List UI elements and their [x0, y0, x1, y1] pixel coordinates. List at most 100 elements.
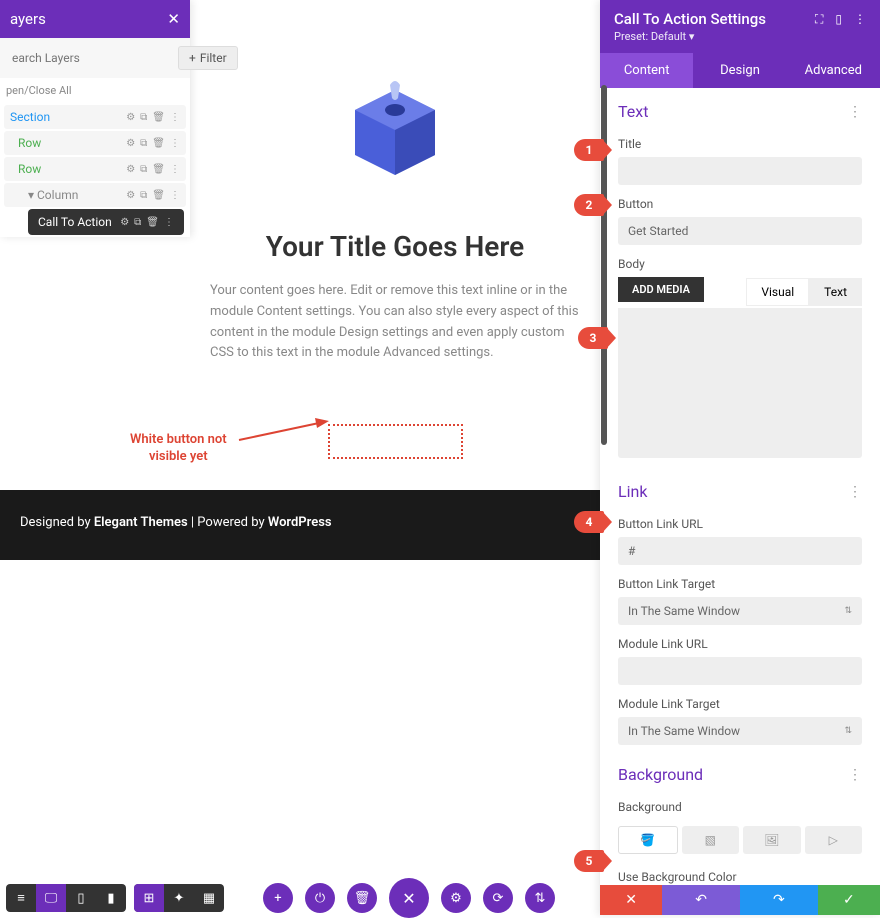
drag-icon[interactable]: ▯	[835, 12, 842, 27]
button-input[interactable]	[618, 217, 862, 245]
settings-header: Call To Action Settings ⛶ ▯ ⋮ Preset: De…	[600, 0, 880, 53]
button-link-url-input[interactable]	[618, 537, 862, 565]
more-icon: ⋮	[164, 217, 174, 228]
gear-icon: ⚙	[126, 112, 135, 123]
bg-gradient-tab[interactable]: ▧	[682, 826, 740, 854]
preset-label[interactable]: Preset: Default ▾	[614, 30, 866, 43]
phone-icon[interactable]: ▮	[96, 884, 126, 912]
bg-image-tab[interactable]: 🖼	[743, 826, 801, 854]
filter-button[interactable]: +Filter	[178, 46, 238, 70]
annotation-text: White button notvisible yet	[130, 432, 227, 466]
power-icon[interactable]: ⏻	[305, 883, 335, 913]
hero-module[interactable]: Your Title Goes Here Your content goes h…	[190, 0, 600, 479]
layer-column[interactable]: ▾ Column ⚙⧉🗑⋮	[4, 183, 186, 207]
hero-title[interactable]: Your Title Goes Here	[210, 230, 580, 263]
add-button[interactable]: +	[263, 883, 293, 913]
wireframe-icon[interactable]: ≡	[6, 884, 36, 912]
body-editor[interactable]	[618, 308, 862, 458]
canvas: Your Title Goes Here Your content goes h…	[190, 0, 600, 885]
section-background[interactable]: Background⋮	[600, 751, 880, 794]
redo-button[interactable]: ↷	[740, 885, 818, 915]
marker-3: 3	[578, 327, 608, 349]
paint-bucket-icon: 🪣	[640, 833, 655, 847]
layer-section-actions[interactable]: ⚙ ⧉ 🗑 ⋮	[126, 112, 180, 123]
trash-icon: 🗑	[152, 112, 165, 123]
more-icon[interactable]: ⋮	[848, 104, 862, 120]
layer-col-actions[interactable]: ⚙⧉🗑⋮	[126, 190, 180, 201]
history-icon[interactable]: ⟳	[483, 883, 513, 913]
tablet-icon[interactable]: ▯	[66, 884, 96, 912]
more-icon: ⋮	[170, 112, 180, 123]
gradient-icon: ▧	[705, 833, 716, 847]
layer-cta[interactable]: Call To Action ⚙⧉🗑⋮	[28, 209, 184, 235]
layer-cta-actions[interactable]: ⚙⧉🗑⋮	[120, 217, 174, 228]
settings-tabs: Content Design Advanced	[600, 53, 880, 88]
gear-icon: ⚙	[126, 190, 135, 201]
section-text[interactable]: Text⋮	[600, 88, 880, 131]
module-link-url-input[interactable]	[618, 657, 862, 685]
undo-button[interactable]: ↶	[662, 885, 740, 915]
placeholder-cube-icon	[340, 80, 450, 200]
background-type-tabs: 🪣 ▧ 🖼 ▷	[600, 826, 880, 854]
layer-section[interactable]: Section ⚙⧉🗑⋮	[4, 105, 186, 129]
use-bg-color-label: Use Background Color	[618, 870, 862, 884]
text-tab[interactable]: Text	[809, 278, 862, 306]
more-icon[interactable]: ⋮	[848, 767, 862, 783]
trash-icon[interactable]: 🗑	[347, 883, 377, 913]
trash-icon: 🗑	[146, 217, 159, 228]
layers-panel: ayers ✕ +Filter pen/Close All Section ⚙⧉…	[0, 0, 190, 237]
title-input[interactable]	[618, 157, 862, 185]
close-builder-button[interactable]: ✕	[389, 878, 429, 918]
button-link-target-select[interactable]: In The Same Window	[618, 597, 862, 625]
portability-icon[interactable]: ⇅	[525, 883, 555, 913]
marker-4: 4	[574, 511, 604, 533]
tab-advanced[interactable]: Advanced	[787, 53, 880, 88]
add-media-button[interactable]: ADD MEDIA	[618, 277, 704, 302]
elegant-themes-link[interactable]: Elegant Themes	[94, 515, 188, 530]
more-icon: ⋮	[170, 190, 180, 201]
bg-video-tab[interactable]: ▷	[805, 826, 863, 854]
module-link-target-label: Module Link Target	[618, 697, 862, 711]
body-label: Body	[618, 257, 862, 271]
more-icon: ⋮	[170, 138, 180, 149]
page-footer: Designed by Elegant Themes | Powered by …	[0, 490, 600, 560]
duplicate-icon: ⧉	[140, 112, 147, 123]
gear-icon: ⚙	[126, 138, 135, 149]
button-link-target-label: Button Link Target	[618, 577, 862, 591]
expand-icon[interactable]: ⛶	[815, 12, 823, 27]
cancel-button[interactable]: ✕	[600, 885, 662, 915]
tab-content[interactable]: Content	[600, 53, 693, 88]
duplicate-icon: ⧉	[140, 164, 147, 175]
gear-icon[interactable]: ⚙	[441, 883, 471, 913]
bg-color-tab[interactable]: 🪣	[618, 826, 678, 854]
zoom-icon[interactable]: ⊞	[134, 884, 164, 912]
wordpress-link[interactable]: WordPress	[268, 515, 332, 530]
bottom-bar: ≡ 🖵 ▯ ▮ ⊞ ✦ ▦ + ⏻ 🗑 ✕ ⚙ ⟳ ⇅	[0, 881, 600, 915]
close-icon[interactable]: ✕	[167, 10, 180, 28]
more-icon[interactable]: ⋮	[848, 484, 862, 500]
trash-icon: 🗑	[152, 190, 165, 201]
click-icon[interactable]: ✦	[164, 884, 194, 912]
hero-body[interactable]: Your content goes here. Edit or remove t…	[210, 281, 580, 364]
annotation-arrow-icon	[237, 418, 329, 442]
layer-row-2[interactable]: Row ⚙⧉🗑⋮	[4, 157, 186, 181]
layer-row2-actions[interactable]: ⚙⧉🗑⋮	[126, 164, 180, 175]
desktop-icon[interactable]: 🖵	[36, 884, 66, 912]
section-link[interactable]: Link⋮	[600, 468, 880, 511]
layer-row-actions[interactable]: ⚙⧉🗑⋮	[126, 138, 180, 149]
button-placeholder-outline	[328, 424, 463, 459]
gear-icon: ⚙	[126, 164, 135, 175]
save-button[interactable]: ✓	[818, 885, 880, 915]
module-link-url-label: Module Link URL	[618, 637, 862, 651]
open-close-all[interactable]: pen/Close All	[0, 78, 190, 103]
tab-design[interactable]: Design	[693, 53, 786, 88]
search-layers-input[interactable]	[8, 46, 172, 70]
visual-tab[interactable]: Visual	[746, 278, 809, 306]
layer-row[interactable]: Row ⚙⧉🗑⋮	[4, 131, 186, 155]
background-label: Background	[618, 800, 862, 814]
settings-panel: Call To Action Settings ⛶ ▯ ⋮ Preset: De…	[600, 0, 880, 915]
grid-icon[interactable]: ▦	[194, 884, 224, 912]
more-icon: ⋮	[170, 164, 180, 175]
module-link-target-select[interactable]: In The Same Window	[618, 717, 862, 745]
more-icon[interactable]: ⋮	[854, 12, 866, 27]
